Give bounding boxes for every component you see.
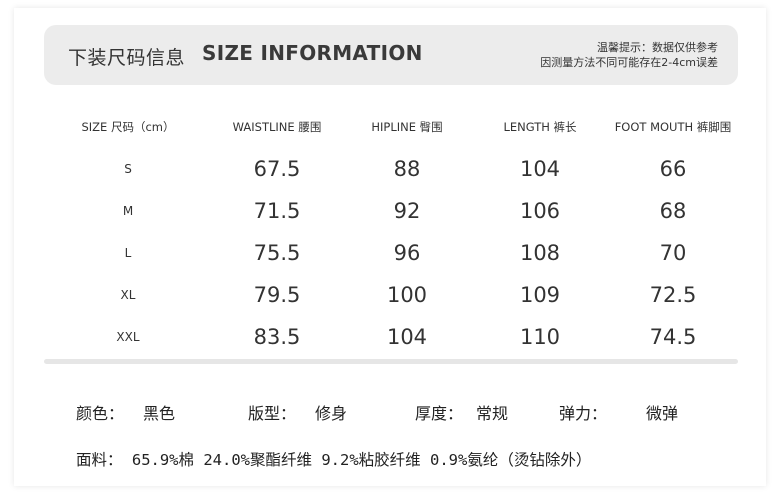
waistline-cell: 83.5 — [253, 325, 301, 349]
column-header-length: LENGTH 裤长 — [503, 120, 577, 134]
tip-line-2: 因测量方法不同可能存在2-4cm误差 — [540, 56, 718, 69]
size-cell: XXL — [116, 330, 140, 344]
table-header-row: SIZE 尺码（cm） WAISTLINE 腰围 HIPLINE 臀围 LENG… — [44, 106, 738, 148]
column-header-hipline: HIPLINE 臀围 — [371, 120, 443, 134]
color-label: 颜色： — [76, 404, 125, 423]
fabric-label: 面料： — [76, 451, 123, 469]
length-cell: 108 — [519, 241, 561, 265]
size-cell: S — [124, 162, 132, 176]
waistline-cell: 71.5 — [253, 199, 301, 223]
waistline-cell: 75.5 — [253, 241, 301, 265]
length-cell: 110 — [519, 325, 561, 349]
size-cell: XL — [120, 288, 136, 302]
hipline-cell: 88 — [393, 157, 421, 181]
foot-mouth-cell: 72.5 — [649, 283, 697, 307]
hipline-cell: 100 — [386, 283, 428, 307]
fabric-composition: 面料： 65.9%棉 24.0%聚酯纤维 9.2%粘胶纤维 0.9%氨纶（烫钻除… — [76, 448, 591, 470]
waistline-cell: 79.5 — [253, 283, 301, 307]
length-cell: 104 — [519, 157, 561, 181]
column-header-foot-mouth: FOOT MOUTH 裤脚围 — [614, 120, 732, 134]
size-cell: M — [122, 204, 134, 218]
table-row: M 71.5 92 106 68 — [44, 190, 738, 232]
length-cell: 109 — [519, 283, 561, 307]
size-table: SIZE 尺码（cm） WAISTLINE 腰围 HIPLINE 臀围 LENG… — [44, 106, 738, 358]
table-row: S 67.5 88 104 66 — [44, 148, 738, 190]
section-divider — [44, 359, 738, 364]
foot-mouth-cell: 68 — [659, 199, 687, 223]
waistline-cell: 67.5 — [253, 157, 301, 181]
tip-line-1: 温馨提示：数据仅供参考 — [597, 41, 718, 54]
length-cell: 106 — [519, 199, 561, 223]
column-header-size: SIZE 尺码（cm） — [81, 120, 175, 134]
product-specs: 颜色： 黑色 版型： 修身 厚度： 常规 弹力： 微弹 — [0, 400, 780, 426]
hipline-cell: 92 — [393, 199, 421, 223]
fit-value: 修身 — [315, 404, 348, 423]
size-cell: L — [124, 246, 132, 260]
thickness-label: 厚度： — [415, 404, 464, 423]
table-row: XXL 83.5 104 110 74.5 — [44, 316, 738, 358]
header-banner: 下装尺码信息 SIZE INFORMATION 温馨提示：数据仅供参考 因测量方… — [44, 25, 738, 85]
foot-mouth-cell: 66 — [659, 157, 687, 181]
table-row: XL 79.5 100 109 72.5 — [44, 274, 738, 316]
thickness-value: 常规 — [476, 404, 509, 423]
hipline-cell: 104 — [386, 325, 428, 349]
measurement-tip: 温馨提示：数据仅供参考 因测量方法不同可能存在2-4cm误差 — [540, 40, 718, 70]
fit-label: 版型： — [248, 404, 297, 423]
column-header-waistline: WAISTLINE 腰围 — [232, 120, 322, 134]
elasticity-value: 微弹 — [646, 404, 679, 423]
fabric-value: 65.9%棉 24.0%聚酯纤维 9.2%粘胶纤维 0.9%氨纶（烫钻除外） — [131, 451, 592, 469]
table-row: L 75.5 96 108 70 — [44, 232, 738, 274]
color-value: 黑色 — [143, 404, 176, 423]
foot-mouth-cell: 70 — [659, 241, 687, 265]
elasticity-label: 弹力： — [559, 404, 608, 423]
hipline-cell: 96 — [393, 241, 421, 265]
title-chinese: 下装尺码信息 — [68, 47, 186, 69]
title-english: SIZE INFORMATION — [202, 41, 423, 65]
foot-mouth-cell: 74.5 — [649, 325, 697, 349]
